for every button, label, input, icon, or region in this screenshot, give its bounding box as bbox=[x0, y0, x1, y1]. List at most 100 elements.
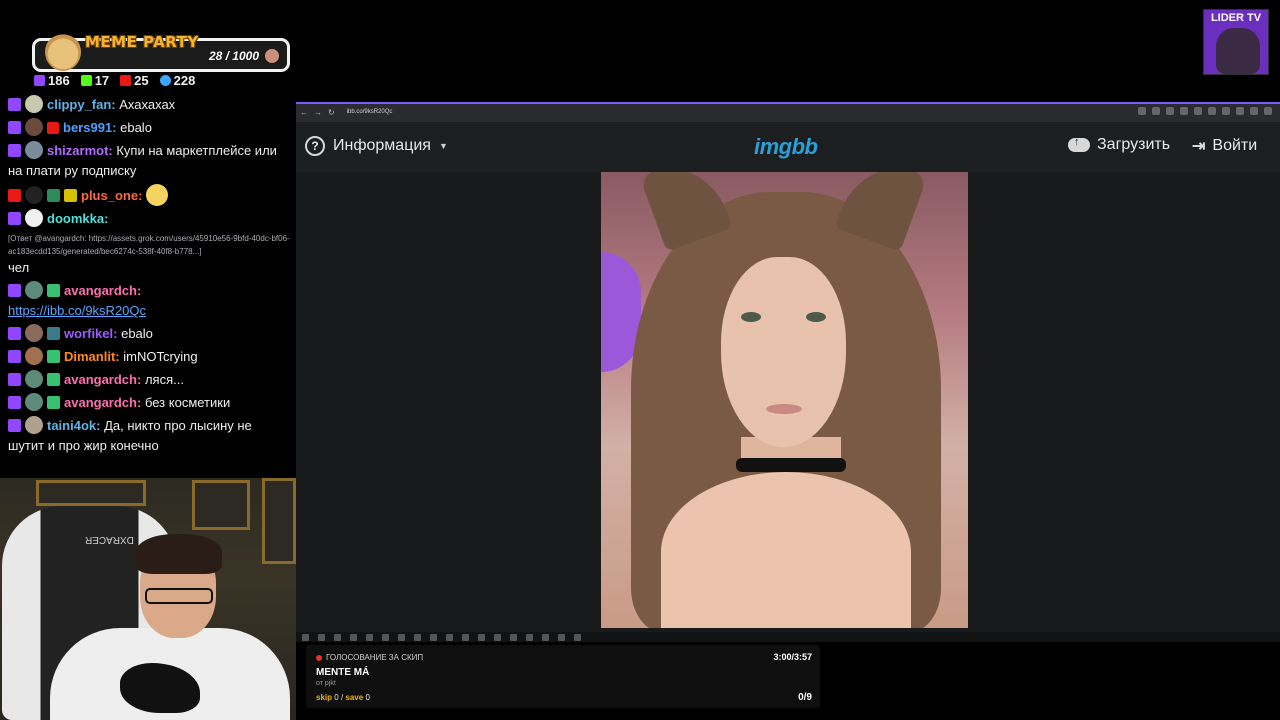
forward-icon[interactable]: → bbox=[314, 108, 322, 117]
info-label: Информация bbox=[333, 137, 431, 154]
save-label: save bbox=[345, 693, 364, 702]
extension-icon[interactable] bbox=[1166, 107, 1174, 115]
upload-label: Загрузить bbox=[1097, 136, 1171, 153]
twitch-badge-icon bbox=[8, 419, 21, 432]
upload-button[interactable]: Загрузить bbox=[1068, 136, 1170, 154]
info-menu-button[interactable]: ? Информация ▼ bbox=[305, 136, 448, 156]
chat-username[interactable]: avangardch: bbox=[64, 372, 141, 387]
taskbar-app-icon[interactable] bbox=[414, 633, 421, 641]
avatar bbox=[25, 281, 43, 299]
chat-username[interactable]: shizarmot: bbox=[47, 143, 113, 158]
emote-badge-icon bbox=[47, 122, 59, 134]
kick-count: 17 bbox=[94, 73, 110, 88]
cat-badge-icon bbox=[47, 284, 60, 297]
chat-message: doomkka: bbox=[0, 208, 296, 231]
taskbar-app-icon[interactable] bbox=[398, 633, 405, 641]
menu-icon[interactable] bbox=[1264, 107, 1272, 115]
live-badge-icon bbox=[8, 189, 21, 202]
chat-username[interactable]: doomkka: bbox=[47, 211, 108, 226]
taskbar-app-icon[interactable] bbox=[478, 633, 485, 641]
chat-username[interactable]: plus_one: bbox=[81, 188, 142, 203]
uploaded-photo[interactable] bbox=[601, 172, 968, 628]
chat-text: ebalo bbox=[121, 326, 153, 341]
image-viewer bbox=[296, 172, 1280, 632]
twitch-badge-icon bbox=[8, 212, 21, 225]
chat-username[interactable]: avangardch: bbox=[64, 283, 141, 298]
extension-icon[interactable] bbox=[1222, 107, 1230, 115]
kick-icon bbox=[80, 75, 92, 86]
taskbar-app-icon[interactable] bbox=[334, 633, 341, 641]
extension-icon[interactable] bbox=[1180, 107, 1188, 115]
taskbar-app-icon[interactable] bbox=[510, 633, 517, 641]
back-icon[interactable]: ← bbox=[300, 108, 308, 117]
taskbar-app-icon[interactable] bbox=[430, 633, 437, 641]
channel-logo-label: LIDER TV bbox=[1210, 12, 1262, 24]
photo-body bbox=[661, 472, 911, 628]
avatar bbox=[25, 370, 43, 388]
start-icon[interactable] bbox=[302, 633, 309, 641]
vote-separator: / bbox=[340, 693, 344, 702]
taskbar-app-icon[interactable] bbox=[574, 633, 581, 641]
avatar bbox=[25, 347, 43, 365]
chat-message: avangardch: https://ibb.co/9ksR20Qc bbox=[0, 280, 296, 323]
photo-face bbox=[721, 257, 846, 447]
extension-icon[interactable] bbox=[1194, 107, 1202, 115]
extension-icons bbox=[1138, 107, 1272, 115]
user-icon bbox=[159, 75, 171, 86]
browser-window: ← → ↻ ibb.co/9ksR20Qc ? Информация ▼ img… bbox=[296, 102, 1280, 642]
taskbar-app-icon[interactable] bbox=[494, 633, 501, 641]
extension-icon[interactable] bbox=[1208, 107, 1216, 115]
twitch-badge-icon bbox=[8, 98, 21, 111]
star-icon[interactable] bbox=[1152, 107, 1160, 115]
twitch-badge-icon bbox=[8, 144, 21, 157]
chat-username[interactable]: bers991: bbox=[63, 120, 116, 135]
taskbar-app-icon[interactable] bbox=[462, 633, 469, 641]
chat-message: Dimanlit: imNOTcrying bbox=[0, 346, 296, 369]
taskbar-app-icon[interactable] bbox=[382, 633, 389, 641]
chat-message: avangardch: ляся... bbox=[0, 369, 296, 392]
chat-username[interactable]: worfikel: bbox=[64, 326, 117, 341]
login-button[interactable]: ⇥ Войти bbox=[1192, 136, 1257, 156]
vote-counts: skip 0 / save 0 bbox=[316, 693, 370, 702]
viewers-stat: 228 bbox=[159, 73, 196, 88]
cat-badge-icon bbox=[47, 350, 60, 363]
twitch-badge-icon bbox=[8, 373, 21, 386]
cloud-upload-icon bbox=[1068, 136, 1090, 152]
chat-username[interactable]: taini4ok: bbox=[47, 418, 100, 433]
imgbb-header: ? Информация ▼ imgbb Загрузить ⇥ Войти bbox=[296, 122, 1280, 172]
sign-in-icon: ⇥ bbox=[1192, 138, 1206, 155]
taskbar-app-icon[interactable] bbox=[558, 633, 565, 641]
kick-stat: 17 bbox=[80, 73, 110, 88]
chat-link[interactable]: https://ibb.co/9ksR20Qc bbox=[8, 303, 146, 318]
imgbb-logo[interactable]: imgbb bbox=[754, 134, 818, 160]
emote-icon bbox=[146, 184, 169, 206]
reload-icon[interactable]: ↻ bbox=[328, 108, 335, 117]
url-field[interactable]: ibb.co/9ksR20Qc bbox=[347, 109, 393, 115]
avatar bbox=[25, 416, 43, 434]
chat-text: ebalo bbox=[120, 120, 152, 135]
viewer-stats: 186 17 25 228 bbox=[34, 73, 195, 88]
taskbar-app-icon[interactable] bbox=[526, 633, 533, 641]
profile-icon[interactable] bbox=[1250, 107, 1258, 115]
caret-down-icon: ▼ bbox=[438, 141, 448, 151]
photo-lips bbox=[766, 404, 802, 414]
chat-username[interactable]: clippy_fan: bbox=[47, 97, 116, 112]
taskbar-app-icon[interactable] bbox=[542, 633, 549, 641]
avatar bbox=[25, 324, 43, 342]
twitch-badge-icon bbox=[8, 284, 21, 297]
extension-icon[interactable] bbox=[1236, 107, 1244, 115]
skip-vote-header: ГОЛОСОВАНИЕ ЗА СКИП bbox=[316, 653, 423, 662]
taskbar-app-icon[interactable] bbox=[366, 633, 373, 641]
chat-text: чел bbox=[8, 260, 30, 275]
taskbar-app-icon[interactable] bbox=[446, 633, 453, 641]
taskbar-app-icon[interactable] bbox=[350, 633, 357, 641]
zoom-icon[interactable] bbox=[1138, 107, 1146, 115]
viewers-count: 228 bbox=[173, 73, 196, 88]
live-icon bbox=[120, 75, 132, 86]
chat-username[interactable]: avangardch: bbox=[64, 395, 141, 410]
chat-text: без косметики bbox=[144, 395, 231, 410]
meme-party-title: MEME PARTY bbox=[85, 33, 199, 51]
chat-username[interactable]: Dimanlit: bbox=[64, 349, 120, 364]
search-icon[interactable] bbox=[318, 633, 325, 641]
twitch-count: 186 bbox=[48, 73, 70, 88]
